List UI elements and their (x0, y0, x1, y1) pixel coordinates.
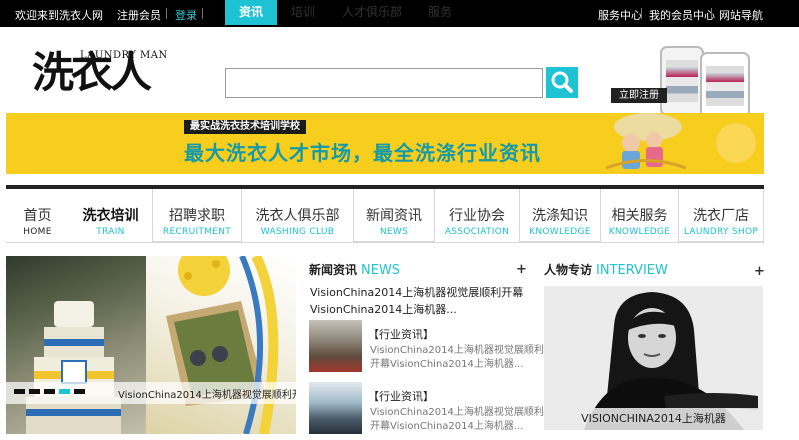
cake-illustration (26, 301, 121, 434)
news-headline[interactable]: VisionChina2014上海机器视觉展顺利开幕 (310, 284, 523, 300)
banner-headline: 最大洗衣人才市场，最全洗涤行业资讯 (184, 141, 541, 165)
nav-label-en: TRAIN (96, 227, 125, 237)
nav-label: 招聘求职 (169, 208, 225, 224)
nav-label: 洗衣厂店 (693, 208, 749, 224)
nav-item-services[interactable]: 相关服务 KNOWLEDGE (601, 189, 678, 242)
news-more-button[interactable]: + (516, 262, 527, 277)
search-tab-service[interactable]: 服务 (420, 0, 460, 25)
divider (166, 8, 167, 19)
slide-dot[interactable] (29, 389, 40, 394)
logo[interactable]: 洗衣人 (32, 47, 152, 99)
search-icon (551, 71, 573, 93)
news-headline[interactable]: VisionChina2014上海机器... (310, 301, 457, 317)
news-item-tag[interactable]: 【行业资讯】 (368, 326, 434, 342)
slide-caption-bar: VisionChina2014上海机器视觉展顺利开幕 (6, 382, 296, 404)
service-center-link[interactable]: 服务中心 (598, 7, 642, 23)
news-item-line: 开幕VisionChina2014上海机器... (370, 359, 524, 370)
slide-caption[interactable]: VisionChina2014上海机器视觉展顺利开幕 (118, 386, 296, 401)
nav-label-en: LAUNDRY SHOP (683, 227, 759, 237)
interview-title-cn: 人物专访 (544, 263, 593, 277)
phone-image (660, 46, 704, 116)
interview-caption[interactable]: VISIONCHINA2014上海机器 (544, 408, 763, 430)
news-thumbnail[interactable] (309, 382, 362, 434)
news-item-line: VisionChina2014上海机器视觉展顺利 (370, 407, 544, 418)
slide-dot[interactable] (14, 389, 25, 394)
nav-label-en: WASHING CLUB (260, 227, 335, 237)
slide-dot[interactable] (44, 389, 55, 394)
divider (711, 8, 712, 19)
search-tab-news[interactable]: 资讯 (225, 0, 277, 25)
interview-more-button[interactable]: + (754, 264, 765, 279)
member-center-link[interactable]: 我的会员中心 (649, 7, 715, 23)
search-tab-training[interactable]: 培训 (282, 0, 324, 25)
nav-label: 首页 (23, 208, 52, 224)
nav-label-en: NEWS (379, 227, 409, 237)
nav-label: 相关服务 (611, 208, 668, 224)
ring-box-illustration (166, 256, 279, 434)
nav-item-club[interactable]: 洗衣人俱乐部 WASHING CLUB (242, 189, 353, 242)
nav-label-en: ASSOCIATION (444, 227, 510, 237)
divider (641, 8, 642, 19)
banner-illustration (605, 113, 756, 170)
nav-item-knowledge[interactable]: 洗涤知识 KNOWLEDGE (519, 189, 601, 242)
nav-label-en: RECRUITMENT (162, 227, 232, 237)
site-nav-link[interactable]: 网站导航 (719, 7, 763, 23)
news-title-en: NEWS (361, 263, 401, 278)
nav-item-home[interactable]: 首页 HOME (6, 189, 69, 242)
welcome-text: 欢迎来到洗衣人网 (15, 9, 103, 22)
promo-banner[interactable]: 最实战洗衣技术培训学校 最大洗衣人才市场，最全洗涤行业资讯 (6, 113, 764, 174)
news-thumbnail[interactable] (309, 320, 362, 372)
nav-label: 行业协会 (449, 208, 505, 224)
nav-item-association[interactable]: 行业协会 ASSOCIATION (435, 189, 519, 242)
search-button[interactable] (546, 67, 578, 98)
slide-image-ring-box (146, 256, 296, 434)
nav-item-recruitment[interactable]: 招聘求职 RECRUITMENT (152, 189, 242, 242)
news-item-line: VisionChina2014上海机器视觉展顺利 (370, 345, 544, 356)
nav-label-en: HOME (23, 227, 52, 237)
slide-dot[interactable] (74, 389, 85, 394)
news-title-cn: 新闻资讯 (309, 263, 358, 277)
nav-item-laundry-shop[interactable]: 洗衣厂店 LAUNDRY SHOP (678, 189, 764, 242)
news-section-title: 新闻资讯 NEWS (309, 261, 400, 278)
search-tab-talent-club[interactable]: 人才俱乐部 (333, 0, 411, 25)
banner-badge: 最实战洗衣技术培训学校 (184, 120, 306, 134)
register-link[interactable]: 注册会员 (117, 7, 161, 23)
nav-item-news[interactable]: 新闻资讯 NEWS (353, 189, 435, 242)
divider (202, 8, 203, 19)
phone-image (700, 52, 750, 120)
nav-label: 洗衣人俱乐部 (255, 208, 340, 224)
nav-item-training[interactable]: 洗衣培训 TRAIN (69, 189, 152, 242)
login-link[interactable]: 登录 (175, 7, 197, 23)
nav-bottom-border (6, 242, 764, 243)
nav-label-en: KNOWLEDGE (608, 227, 671, 237)
interview-section-title: 人物专访 INTERVIEW (544, 261, 668, 278)
main-nav: 首页 HOME 洗衣培训 TRAIN 招聘求职 RECRUITMENT 洗衣人俱… (6, 189, 764, 242)
interview-title-en: INTERVIEW (596, 263, 668, 278)
nav-label: 洗衣培训 (82, 208, 139, 224)
news-item-line: 开幕VisionChina2014上海机器... (370, 421, 524, 432)
nav-label: 新闻资讯 (366, 208, 422, 224)
nav-label: 洗涤知识 (532, 208, 588, 224)
search-input[interactable] (225, 68, 543, 98)
slide-image-cake (6, 256, 146, 434)
featured-slideshow[interactable]: VisionChina2014上海机器视觉展顺利开幕 (6, 256, 296, 434)
nav-label-en: KNOWLEDGE (529, 227, 591, 237)
slide-dot-active[interactable] (59, 389, 70, 394)
news-item-tag[interactable]: 【行业资讯】 (368, 388, 434, 404)
register-now-button[interactable]: 立即注册 (611, 88, 667, 103)
interview-portrait[interactable]: VISIONCHINA2014上海机器 (544, 286, 763, 430)
